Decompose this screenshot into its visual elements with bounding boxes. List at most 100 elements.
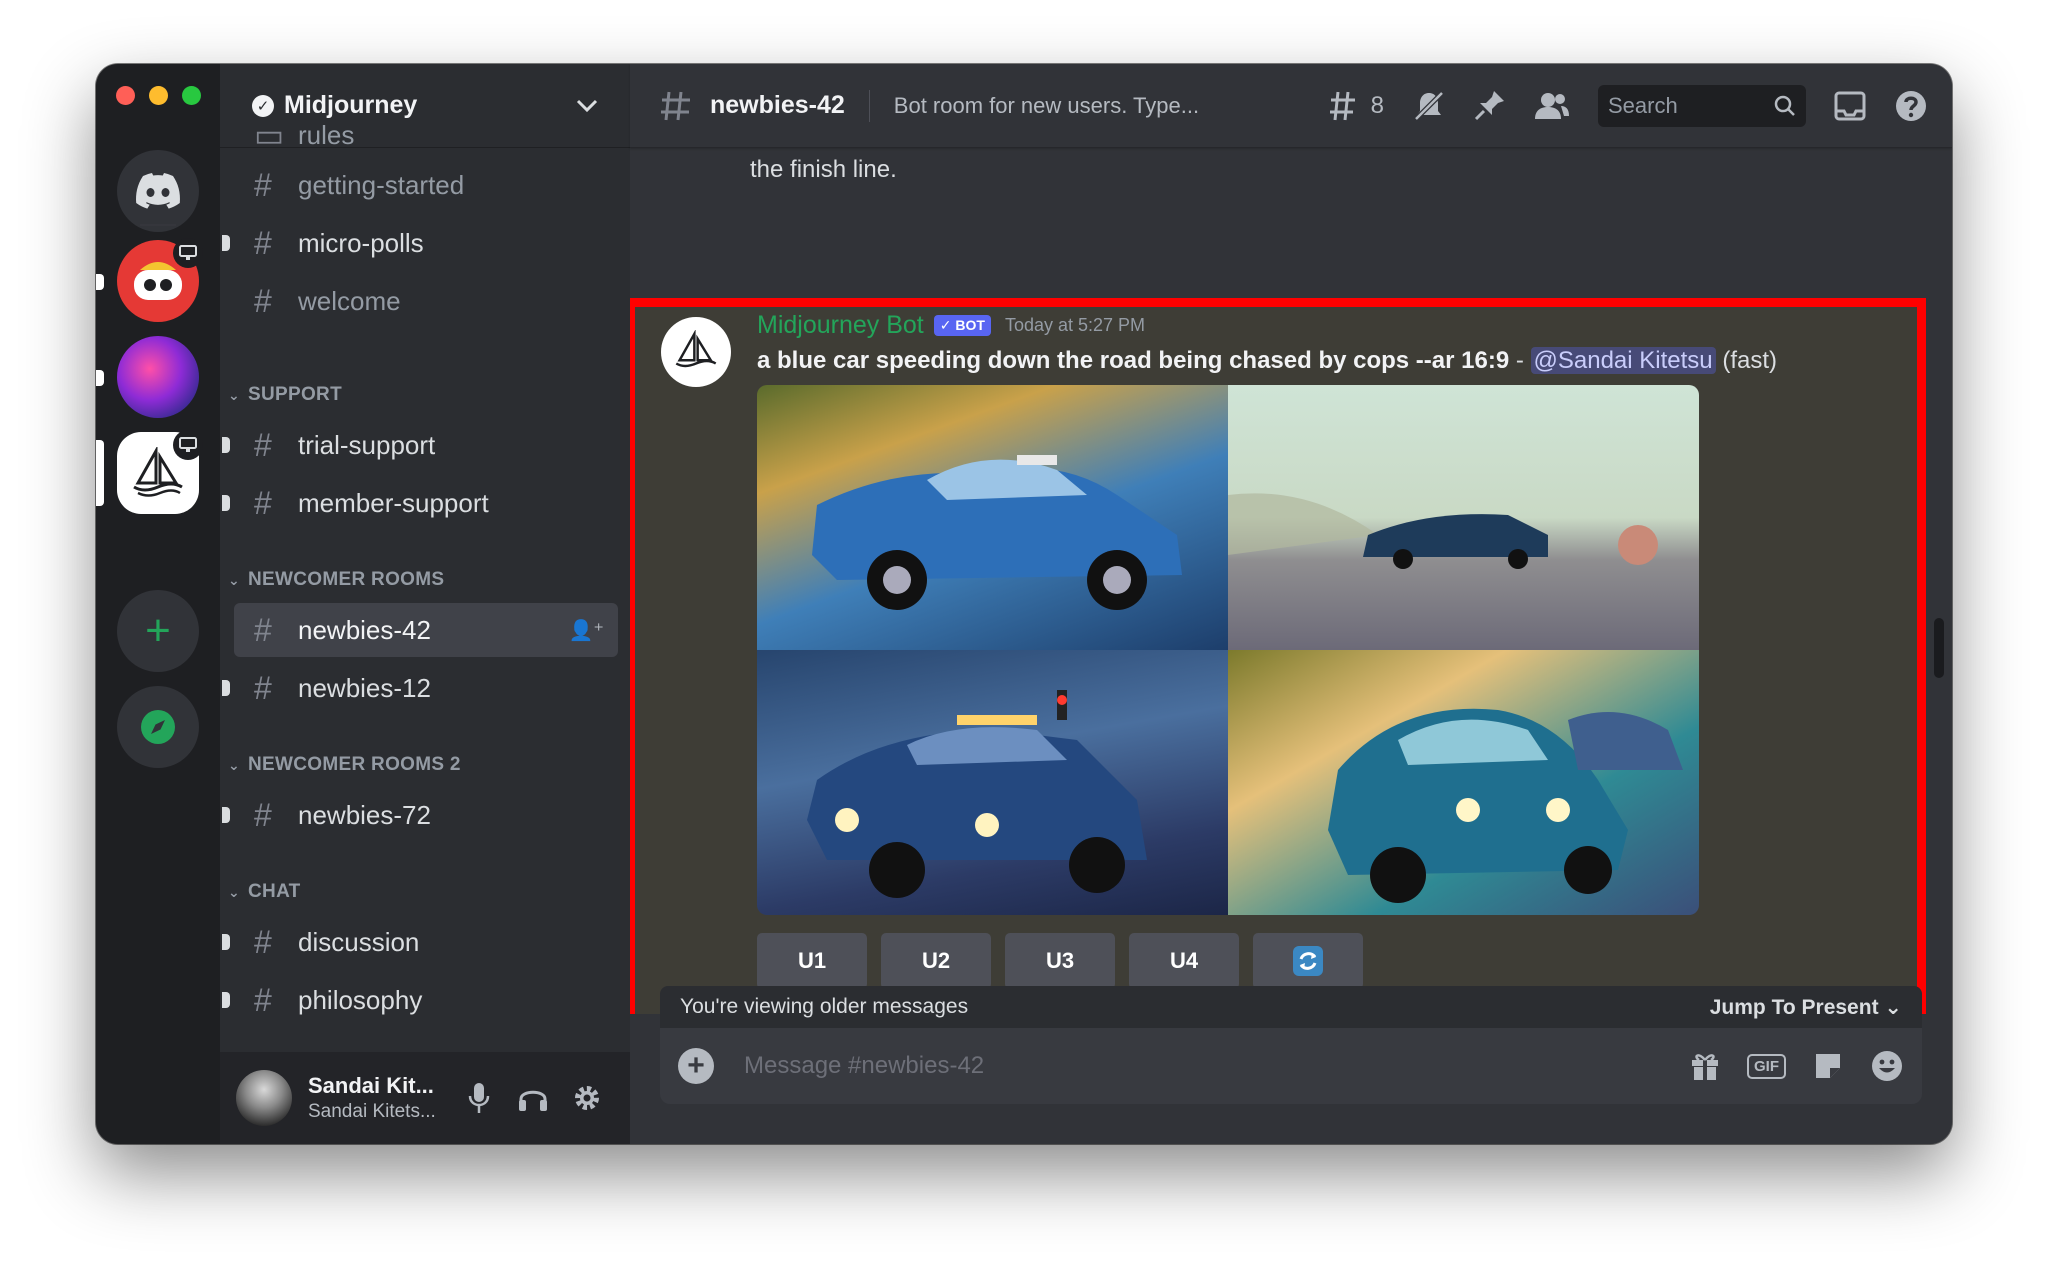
channel-newbies-72[interactable]: # newbies-72 [222,788,618,842]
jump-to-present-button[interactable]: Jump To Present ⌄ [1710,995,1902,1020]
channel-newbies-42[interactable]: # newbies-42 👤⁺ [234,603,618,657]
channel-member-support[interactable]: # member-support [222,476,618,530]
direct-messages-home[interactable] [117,150,199,232]
threads-hash-icon [660,90,694,122]
author-name[interactable]: Midjourney Bot [757,311,924,340]
user-display-name: Sandai Kit... [308,1073,434,1098]
live-stream-icon [173,430,203,460]
gift-button[interactable] [1689,1050,1721,1082]
image-grid[interactable] [757,385,1699,915]
zoom-window-button[interactable] [182,86,201,105]
jump-label: Jump To Present [1709,995,1879,1019]
category-newcomer-rooms[interactable]: ⌄ NEWCOMER ROOMS [228,569,444,591]
hash-icon: # [254,981,272,1018]
rules-icon: ▭ [254,118,285,152]
channel-topic[interactable]: Bot room for new users. Type... [894,93,1301,119]
category-support[interactable]: ⌄ SUPPORT [228,384,342,406]
message-timestamp: Today at 5:27 PM [1004,315,1146,335]
server-icon-purple[interactable] [117,336,199,418]
explore-servers-button[interactable] [117,686,199,768]
hash-icon: # [254,923,272,960]
channel-rules[interactable]: ▭ rules [234,118,618,152]
discord-logo-icon [136,173,180,209]
gif-button[interactable]: GIF [1747,1053,1786,1079]
channel-newbies-12[interactable]: # newbies-12 [222,661,618,715]
bell-muted-icon [1414,90,1444,121]
generated-image-1[interactable] [757,385,1228,650]
generated-image-3[interactable] [757,650,1228,915]
deafen-button[interactable] [506,1084,560,1112]
channel-trial-support[interactable]: # trial-support [222,418,618,472]
hash-icon: # [254,426,272,463]
channel-label: discussion [298,926,420,957]
smiley-icon [1872,1051,1902,1081]
inbox-button[interactable] [1834,91,1866,121]
search-placeholder: Search [1608,92,1678,118]
threads-hash-icon: # [254,796,272,833]
message-content: a blue car speeding down the road being … [757,347,1777,375]
older-messages-text: You're viewing older messages [680,995,969,1018]
search-input[interactable]: Search [1598,84,1806,127]
user-names[interactable]: Sandai Kit... Sandai Kitets... [308,1073,452,1123]
add-server-button[interactable]: + [117,590,199,672]
channel-title: newbies-42 [710,91,845,119]
reroll-button[interactable] [1253,933,1363,989]
channel-discussion[interactable]: # discussion [222,915,618,969]
minimize-window-button[interactable] [149,86,168,105]
threads-count: 8 [1370,91,1384,119]
u3-button[interactable]: U3 [1005,933,1115,989]
help-button[interactable] [1894,89,1928,123]
channel-label: newbies-42 [298,614,431,645]
search-icon [1774,95,1795,116]
user-avatar[interactable] [236,1070,292,1126]
server-unread-indicator [96,370,104,386]
threads-button[interactable]: 8 [1329,90,1384,122]
bot-avatar[interactable] [661,317,731,387]
channel-label: newbies-72 [298,799,431,830]
category-label: SUPPORT [248,384,342,405]
sticker-icon [1816,1054,1840,1078]
channel-label: rules [298,119,355,150]
notification-settings-button[interactable] [1412,89,1446,123]
selected-server-indicator [96,440,104,506]
u1-button[interactable]: U1 [757,933,867,989]
prompt-text: a blue car speeding down the road being … [757,347,1510,374]
generated-image-4[interactable] [1228,650,1699,915]
refresh-icon [1293,946,1323,976]
unread-dot [222,934,230,950]
message-composer: + GIF [660,1028,1922,1104]
help-icon [1896,90,1926,121]
gif-icon: GIF [1747,1053,1786,1079]
pin-icon [1474,90,1504,120]
chevron-down-icon: ⌄ [228,883,241,900]
unread-dot [222,992,230,1008]
server-icon-midjourney[interactable] [117,430,203,514]
member-list-button[interactable] [1534,91,1570,121]
channel-philosophy[interactable]: # philosophy [222,973,618,1027]
u2-button[interactable]: U2 [881,933,991,989]
sticker-button[interactable] [1812,1050,1844,1082]
add-member-icon[interactable]: 👤⁺ [569,618,604,643]
user-settings-button[interactable] [560,1083,614,1113]
emoji-button[interactable] [1870,1049,1904,1083]
message-input[interactable] [744,1052,1663,1080]
server-icon-red[interactable] [117,238,203,322]
threads-hash-icon: # [254,611,272,648]
bot-badge-label: BOT [955,317,985,333]
u4-button[interactable]: U4 [1129,933,1239,989]
pinned-messages-button[interactable] [1474,89,1506,123]
mute-button[interactable] [452,1082,506,1114]
microphone-icon [468,1083,490,1113]
category-newcomer-rooms-2[interactable]: ⌄ NEWCOMER ROOMS 2 [228,754,461,776]
upload-button[interactable]: + [678,1048,714,1084]
channel-sidebar-items: ⌄ SUPPORT # trial-support # member-suppo… [220,148,630,1048]
message-scrollbar[interactable] [1934,618,1944,678]
gift-icon [1692,1054,1718,1080]
category-chat[interactable]: ⌄ CHAT [228,881,301,903]
rail-separator [140,224,176,226]
user-mention[interactable]: @Sandai Kitetsu [1530,347,1716,374]
message-list: the finish line. Midjourney Bot ✓ BOT To… [630,148,1952,1014]
generated-image-2[interactable] [1228,385,1699,650]
close-window-button[interactable] [116,86,135,105]
category-label: NEWCOMER ROOMS 2 [248,754,461,775]
